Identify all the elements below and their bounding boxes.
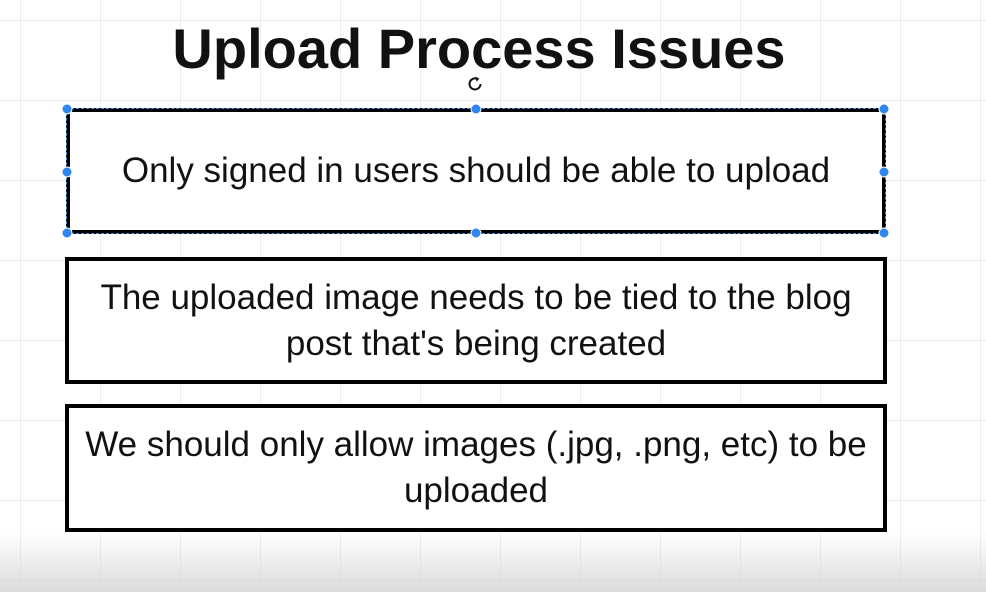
issue-box-signed-in-users[interactable]: Only signed in users should be able to u…	[66, 108, 886, 234]
rotate-icon[interactable]	[465, 74, 485, 94]
issue-box-text: We should only allow images (.jpg, .png,…	[85, 425, 867, 510]
issue-box-text: Only signed in users should be able to u…	[121, 151, 831, 190]
resize-handle-middle-left[interactable]	[61, 166, 73, 178]
issue-box-tied-to-blog-post[interactable]: The uploaded image needs to be tied to t…	[65, 257, 887, 384]
resize-handle-bottom-right[interactable]	[878, 227, 890, 239]
issue-box-text: The uploaded image needs to be tied to t…	[100, 277, 852, 363]
resize-handle-bottom-left[interactable]	[61, 227, 73, 239]
issue-box-allow-images-only[interactable]: We should only allow images (.jpg, .png,…	[65, 404, 887, 532]
resize-handle-bottom-center[interactable]	[470, 227, 482, 239]
resize-handle-top-left[interactable]	[61, 103, 73, 115]
resize-handle-top-right[interactable]	[878, 103, 890, 115]
canvas-bottom-shade	[0, 532, 986, 592]
diagram-title[interactable]: Upload Process Issues	[0, 16, 958, 82]
resize-handle-middle-right[interactable]	[878, 166, 890, 178]
resize-handle-top-center[interactable]	[470, 103, 482, 115]
